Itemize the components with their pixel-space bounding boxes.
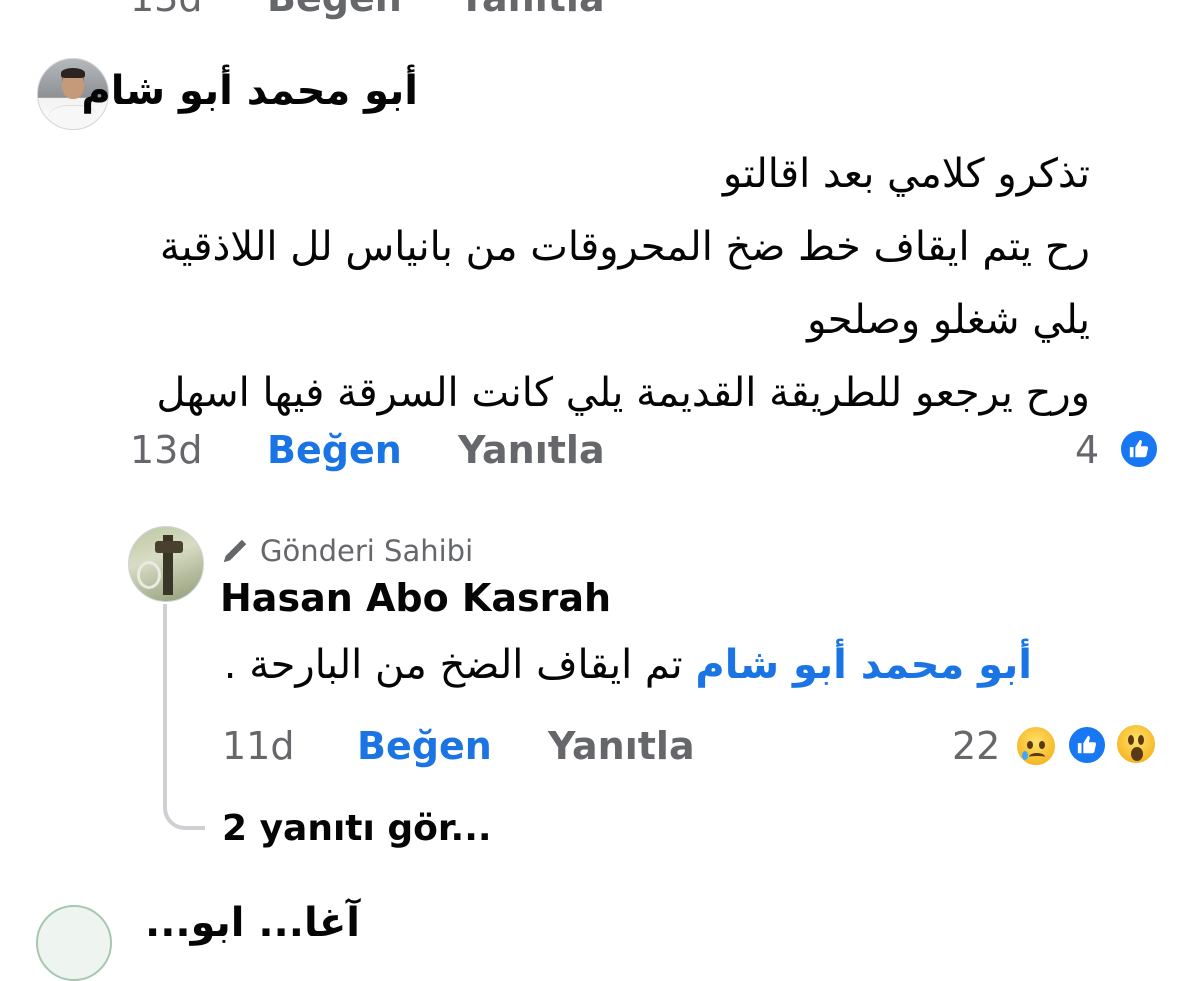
reply-timestamp[interactable]: 11d: [222, 724, 294, 768]
reply-author[interactable]: Hasan Abo Kasrah: [220, 576, 611, 620]
like-icon[interactable]: [1118, 428, 1160, 470]
reaction-count[interactable]: 22: [952, 724, 1000, 768]
previous-like-button[interactable]: Beğen: [267, 0, 402, 20]
avatar[interactable]: [128, 526, 204, 602]
previous-time: 13d: [130, 0, 202, 20]
comment-text: تذكرو كلامي بعد اقالتو رح يتم ايقاف خط ض…: [156, 138, 1090, 430]
comment-timestamp[interactable]: 13d: [130, 428, 202, 472]
comment-line: ورح يرجعو للطريقة القديمة يلي كانت السرق…: [156, 370, 1090, 416]
like-button[interactable]: Beğen: [357, 724, 492, 768]
previous-reply-button[interactable]: Yanıtla: [458, 0, 605, 20]
comment-author[interactable]: أبو محمد أبو شام: [81, 68, 418, 114]
pencil-icon: [223, 539, 247, 563]
comment-line: رح يتم ايقاف خط ضخ المحروقات من بانياس ل…: [159, 224, 1090, 270]
comment-author[interactable]: آغا... ابو...: [145, 900, 360, 946]
badge-label: Gönderi Sahibi: [260, 534, 474, 568]
like-button[interactable]: Beğen: [267, 428, 402, 472]
avatar[interactable]: [36, 905, 112, 981]
like-icon[interactable]: [1066, 724, 1108, 766]
previous-comment-actions: 13d Beğen Yanıtla: [0, 0, 1200, 20]
sad-icon[interactable]: [1014, 724, 1058, 768]
comment-line: تذكرو كلامي بعد اقالتو: [722, 151, 1090, 197]
reply-body: تم ايقاف الضخ من البارحة .: [223, 642, 683, 688]
comment-line: يلي شغلو وصلحو: [807, 297, 1090, 343]
reply-button[interactable]: Yanıtla: [548, 724, 695, 768]
reply-button[interactable]: Yanıtla: [458, 428, 605, 472]
see-replies-link[interactable]: 2 yanıtı gör...: [222, 808, 492, 849]
reply-text: أبو محمد أبو شام تم ايقاف الضخ من البارح…: [224, 640, 1032, 690]
mention-link[interactable]: أبو محمد أبو شام: [695, 642, 1032, 688]
author-badge: Gönderi Sahibi: [220, 534, 473, 568]
thread-line: [163, 604, 205, 830]
wow-icon[interactable]: [1114, 722, 1158, 766]
reaction-count[interactable]: 4: [1075, 428, 1099, 472]
